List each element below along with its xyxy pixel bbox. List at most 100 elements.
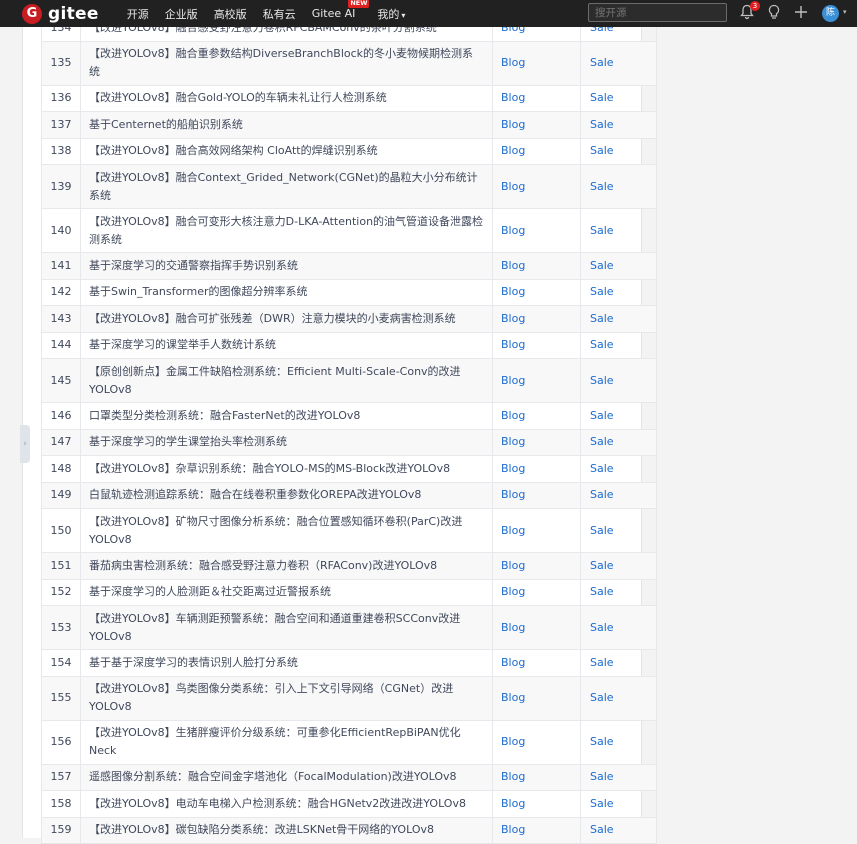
nav-link-enterprise[interactable]: 企业版 bbox=[165, 6, 198, 22]
row-number: 138 bbox=[41, 137, 81, 165]
blog-link[interactable]: Blog bbox=[492, 305, 581, 333]
blog-link[interactable]: Blog bbox=[492, 111, 581, 139]
row-title: 【改进YOLOv8】生猪胖瘦评价分级系统：可重参化EfficientRepBiP… bbox=[80, 719, 493, 765]
nav-link-private-cloud[interactable]: 私有云 bbox=[263, 6, 296, 22]
blog-link[interactable]: Blog bbox=[492, 790, 581, 818]
table-row: 135 【改进YOLOv8】融合重参数结构DiverseBranchBlock的冬… bbox=[41, 40, 657, 86]
table-row: 151 番茄病虫害检测系统：融合感受野注意力卷积（RFAConv)改进YOLOv8… bbox=[41, 552, 657, 580]
nav-link-education[interactable]: 高校版 bbox=[214, 6, 247, 22]
sale-link[interactable]: Sale bbox=[580, 358, 657, 403]
sidebar-toggle[interactable]: › bbox=[20, 425, 30, 463]
avatar[interactable]: 陈 bbox=[822, 5, 839, 22]
sale-link[interactable]: Sale bbox=[580, 305, 657, 333]
row-number: 142 bbox=[41, 278, 81, 306]
sale-link[interactable]: Sale bbox=[580, 508, 657, 553]
sale-link[interactable]: Sale bbox=[580, 455, 657, 483]
row-number: 136 bbox=[41, 84, 81, 112]
sale-link[interactable]: Sale bbox=[580, 816, 657, 844]
blog-link[interactable]: Blog bbox=[492, 137, 581, 165]
blog-link[interactable]: Blog bbox=[492, 164, 581, 209]
blog-link[interactable]: Blog bbox=[492, 578, 581, 606]
sale-link[interactable]: Sale bbox=[580, 552, 657, 580]
row-title: 基于深度学习的课堂举手人数统计系统 bbox=[80, 331, 493, 359]
blog-link[interactable]: Blog bbox=[492, 252, 581, 280]
row-title: 基于深度学习的交通警察指挥手势识别系统 bbox=[80, 252, 493, 280]
sale-link[interactable]: Sale bbox=[580, 278, 657, 306]
blog-link[interactable]: Blog bbox=[492, 481, 581, 509]
gitee-logo-icon: G bbox=[22, 3, 42, 24]
row-title: 番茄病虫害检测系统：融合感受野注意力卷积（RFAConv)改进YOLOv8 bbox=[80, 552, 493, 580]
sale-link[interactable]: Sale bbox=[580, 763, 657, 791]
search-input[interactable] bbox=[588, 3, 727, 22]
row-title: 【改进YOLOv8】融合可扩张残差（DWR）注意力模块的小麦病害检测系统 bbox=[80, 305, 493, 333]
sale-link[interactable]: Sale bbox=[580, 84, 657, 112]
blog-link[interactable]: Blog bbox=[492, 816, 581, 844]
row-title: 白鼠轨迹检测追踪系统：融合在线卷积重参数化OREPA改进YOLOv8 bbox=[80, 481, 493, 509]
lightbulb-button[interactable] bbox=[767, 4, 781, 25]
row-number: 158 bbox=[41, 790, 81, 818]
nav-link-gitee-ai[interactable]: Gitee AI NEW bbox=[312, 0, 370, 20]
chevron-right-icon: › bbox=[23, 439, 27, 449]
row-title: 【改进YOLOv8】融合高效网络架构 CloAtt的焊缝识别系统 bbox=[80, 137, 493, 165]
table-row: 156 【改进YOLOv8】生猪胖瘦评价分级系统：可重参化EfficientRep… bbox=[41, 719, 657, 765]
blog-link[interactable]: Blog bbox=[492, 719, 581, 765]
blog-link[interactable]: Blog bbox=[492, 763, 581, 791]
row-title: 【改进YOLOv8】矿物尺寸图像分析系统：融合位置感知循环卷积(ParC)改进Y… bbox=[80, 508, 493, 553]
row-number: 153 bbox=[41, 605, 81, 650]
row-title: 【原创创新点】金属工件缺陷检测系统：Efficient Multi-Scale-… bbox=[80, 358, 493, 403]
table-row: 138 【改进YOLOv8】融合高效网络架构 CloAtt的焊缝识别系统 Blog S… bbox=[41, 137, 657, 165]
row-title: 基于Swin_Transformer的图像超分辨率系统 bbox=[80, 278, 493, 306]
sale-link[interactable]: Sale bbox=[580, 481, 657, 509]
row-number: 141 bbox=[41, 252, 81, 280]
blog-link[interactable]: Blog bbox=[492, 675, 581, 721]
table-row: 145 【原创创新点】金属工件缺陷检测系统：Efficient Multi-Sca… bbox=[41, 358, 657, 403]
sale-link[interactable]: Sale bbox=[580, 40, 657, 86]
nav-link-mine[interactable]: 我的 ▾ bbox=[377, 6, 405, 22]
row-title: 遥感图像分割系统：融合空间金字塔池化（FocalModulation)改进YOL… bbox=[80, 763, 493, 791]
table-row: 141 基于深度学习的交通警察指挥手势识别系统 Blog Sale bbox=[41, 252, 657, 280]
gitee-logo[interactable]: G gitee bbox=[22, 3, 99, 24]
blog-link[interactable]: Blog bbox=[492, 358, 581, 403]
blog-link[interactable]: Blog bbox=[492, 208, 581, 253]
sale-link[interactable]: Sale bbox=[580, 675, 657, 721]
sale-link[interactable]: Sale bbox=[580, 719, 657, 765]
plus-icon bbox=[795, 6, 807, 18]
blog-link[interactable]: Blog bbox=[492, 455, 581, 483]
sale-link[interactable]: Sale bbox=[580, 331, 657, 359]
table-row: 150 【改进YOLOv8】矿物尺寸图像分析系统：融合位置感知循环卷积(ParC)… bbox=[41, 508, 657, 553]
nav-link-open-source[interactable]: 开源 bbox=[127, 6, 149, 22]
sale-link[interactable]: Sale bbox=[580, 402, 657, 430]
blog-link[interactable]: Blog bbox=[492, 605, 581, 650]
chevron-down-icon[interactable]: ▾ bbox=[843, 8, 847, 16]
sale-link[interactable]: Sale bbox=[580, 137, 657, 165]
sale-link[interactable]: Sale bbox=[580, 164, 657, 209]
top-navbar: G gitee 开源 企业版 高校版 私有云 Gitee AINEW 我的▾ 3… bbox=[0, 0, 857, 27]
blog-link[interactable]: Blog bbox=[492, 331, 581, 359]
blog-link[interactable]: Blog bbox=[492, 508, 581, 553]
create-button[interactable] bbox=[794, 4, 808, 25]
project-table: 134 【改进YOLOv8】融合感受野注意力卷积RFCBAMConv的茶叶分割系统… bbox=[41, 14, 657, 844]
row-number: 143 bbox=[41, 305, 81, 333]
sale-link[interactable]: Sale bbox=[580, 605, 657, 650]
sale-link[interactable]: Sale bbox=[580, 790, 657, 818]
sale-link[interactable]: Sale bbox=[580, 252, 657, 280]
row-number: 145 bbox=[41, 358, 81, 403]
sale-link[interactable]: Sale bbox=[580, 428, 657, 456]
table-row: 146 口罩类型分类检测系统：融合FasterNet的改进YOLOv8 Blog Sa… bbox=[41, 402, 657, 430]
blog-link[interactable]: Blog bbox=[492, 649, 581, 677]
table-row: 148 【改进YOLOv8】杂草识别系统：融合YOLO-MS的MS-Block改进… bbox=[41, 455, 657, 483]
notification-bell-button[interactable]: 3 bbox=[740, 1, 760, 25]
blog-link[interactable]: Blog bbox=[492, 84, 581, 112]
row-number: 137 bbox=[41, 111, 81, 139]
sale-link[interactable]: Sale bbox=[580, 578, 657, 606]
row-title: 【改进YOLOv8】鸟类图像分类系统：引入上下文引导网络（CGNet）改进YOL… bbox=[80, 675, 493, 721]
sale-link[interactable]: Sale bbox=[580, 649, 657, 677]
sale-link[interactable]: Sale bbox=[580, 111, 657, 139]
blog-link[interactable]: Blog bbox=[492, 40, 581, 86]
row-number: 148 bbox=[41, 455, 81, 483]
blog-link[interactable]: Blog bbox=[492, 278, 581, 306]
blog-link[interactable]: Blog bbox=[492, 552, 581, 580]
blog-link[interactable]: Blog bbox=[492, 402, 581, 430]
blog-link[interactable]: Blog bbox=[492, 428, 581, 456]
sale-link[interactable]: Sale bbox=[580, 208, 657, 253]
